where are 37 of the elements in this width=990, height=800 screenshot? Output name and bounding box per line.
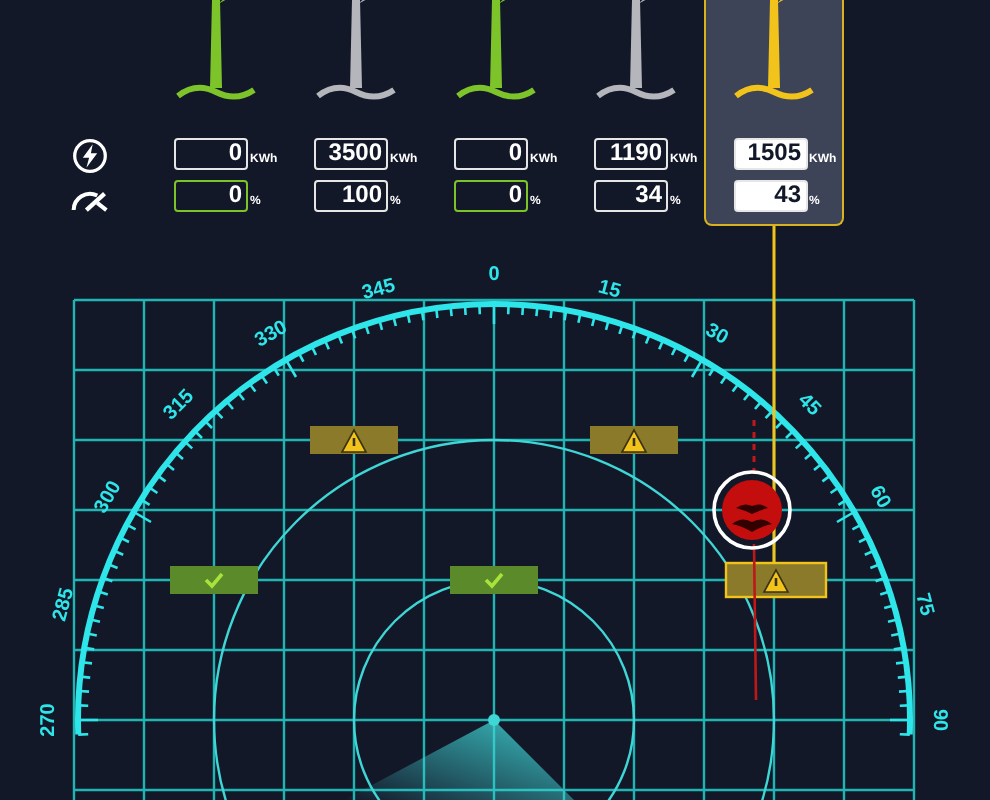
- power-value: 0: [174, 138, 248, 170]
- center-dot: [488, 714, 500, 726]
- ok-marker[interactable]: [450, 566, 538, 594]
- speed-value: 0: [454, 180, 528, 212]
- bearing-label: 30: [701, 319, 732, 350]
- bearing-label: 300: [90, 477, 127, 518]
- speed-value: 0: [174, 180, 248, 212]
- warning-marker[interactable]: [724, 561, 828, 599]
- speedometer-icon: [70, 188, 110, 214]
- bearing-label: 75: [910, 591, 938, 619]
- speed-value: 34: [594, 180, 668, 212]
- ok-marker[interactable]: [170, 566, 258, 594]
- wind-turbine-icon[interactable]: [316, 0, 396, 104]
- speed-value: 100: [314, 180, 388, 212]
- wind-turbine-icon[interactable]: [456, 0, 536, 104]
- bearing-label: 285: [49, 585, 80, 624]
- bearing-label: 345: [359, 275, 398, 306]
- bearing-label: 0: [488, 264, 500, 286]
- warning-marker[interactable]: [590, 426, 678, 454]
- warning-marker[interactable]: [310, 426, 398, 454]
- speed-value: 43: [733, 180, 807, 212]
- power-value: 1505: [733, 138, 807, 170]
- bearing-label: 90: [928, 708, 950, 732]
- wind-turbine-icon[interactable]: [733, 0, 813, 104]
- bearing-label: 60: [864, 482, 895, 513]
- wind-turbine-icon[interactable]: [596, 0, 676, 104]
- bearing-label: 315: [159, 385, 199, 425]
- bearing-label: 45: [793, 389, 825, 421]
- target-icon[interactable]: [712, 470, 792, 550]
- lightning-icon: [72, 138, 108, 174]
- bearing-label: 15: [595, 276, 623, 304]
- power-value: 0: [454, 138, 528, 170]
- power-value: 3500: [314, 138, 388, 170]
- bearing-label: 270: [38, 703, 60, 737]
- wind-turbine-icon[interactable]: [176, 0, 256, 104]
- bearing-label: 330: [251, 316, 292, 353]
- power-value: 1190: [594, 138, 668, 170]
